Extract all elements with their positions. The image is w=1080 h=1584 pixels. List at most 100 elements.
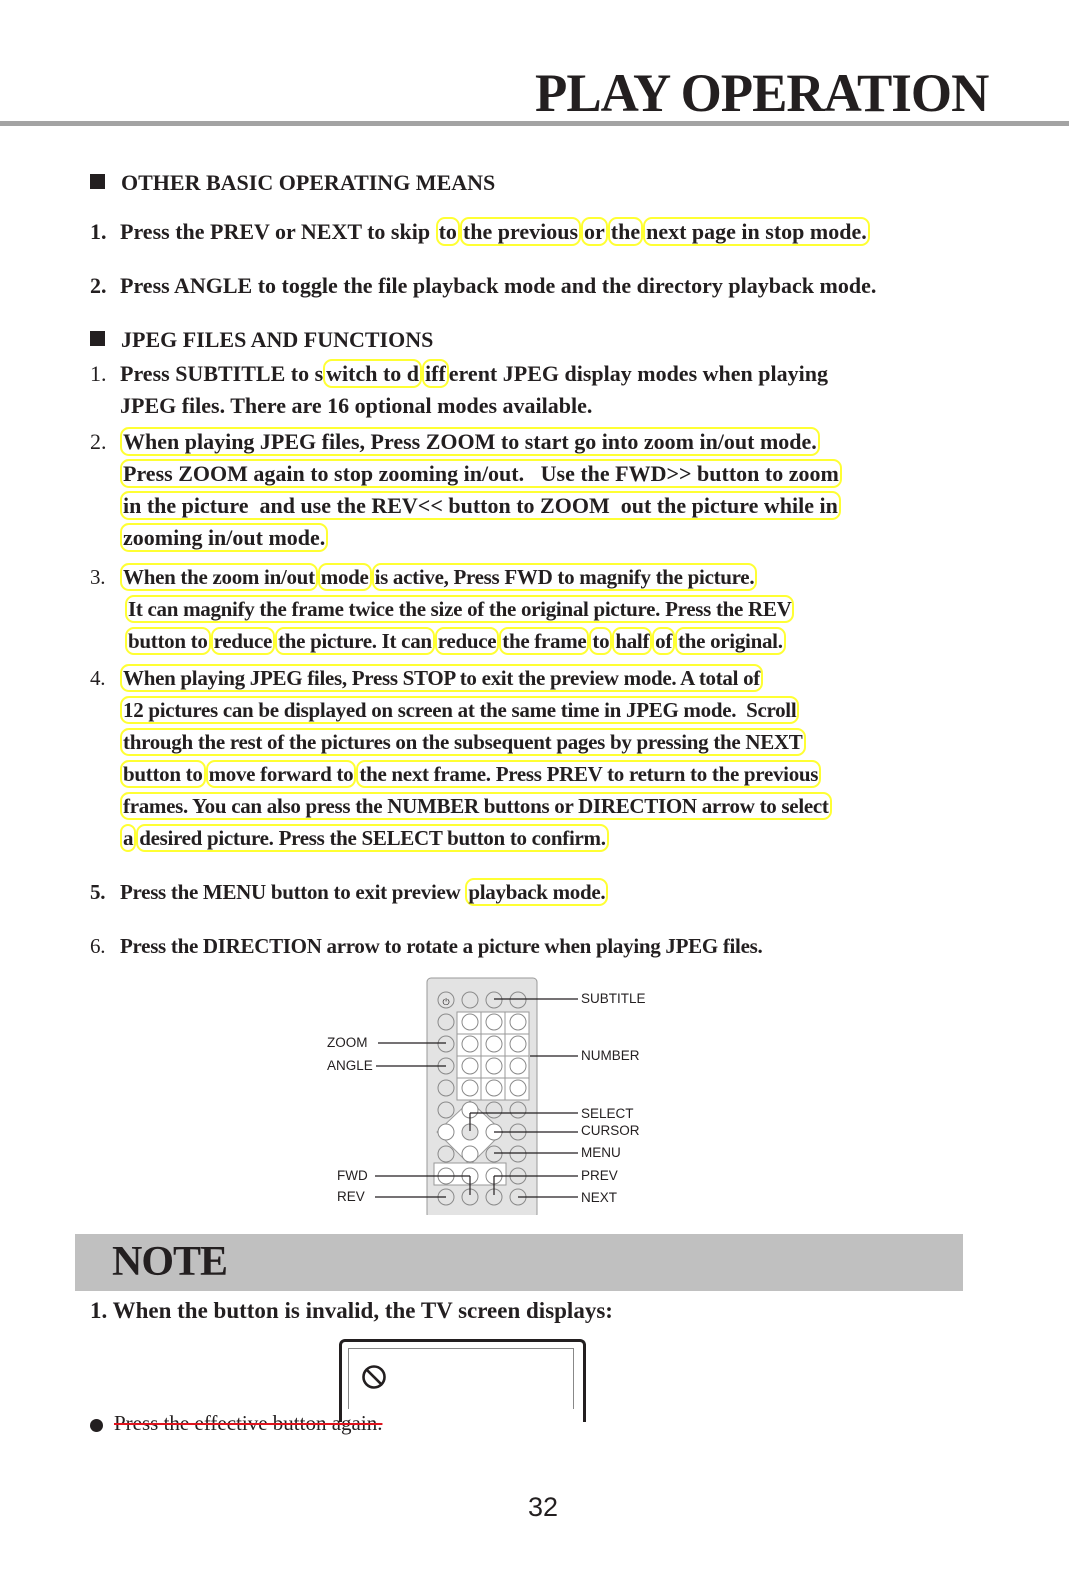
label-angle: ANGLE xyxy=(327,1058,373,1073)
item-number: 5. xyxy=(90,880,106,904)
highlighted-text: the picture. It can xyxy=(275,627,435,655)
remote-button xyxy=(437,1079,455,1097)
power-icon: ⏻ xyxy=(442,997,449,1008)
highlighted-text: of xyxy=(652,627,676,655)
jpeg-item-6: 6. Press the DIRECTION arrow to rotate a … xyxy=(90,930,763,962)
struck-instruction: Press the effective button again. xyxy=(114,1411,383,1435)
remote-button xyxy=(485,1145,503,1163)
remote-button xyxy=(509,991,527,1009)
text-segment: erent JPEG display modes when playing xyxy=(448,361,828,386)
highlighted-text: is active, Press FWD to magnify the pict… xyxy=(371,563,758,591)
highlighted-text: When the zoom in/out xyxy=(120,563,318,591)
remote-button xyxy=(509,1145,527,1163)
text-line: JPEG files. There are 16 optional modes … xyxy=(120,393,593,418)
highlighted-text: the xyxy=(607,217,644,246)
remote-button xyxy=(485,1013,503,1031)
highlighted-text: a xyxy=(120,824,137,852)
highlighted-text: zooming in/out mode. xyxy=(120,523,329,552)
section-heading-basic: OTHER BASIC OPERATING MEANS xyxy=(90,170,495,196)
jpeg-item-1: 1. Press SUBTITLE to s witch to d iff erent… xyxy=(90,358,828,422)
item-text: Press ANGLE to toggle the file playback … xyxy=(120,273,877,298)
section-heading-jpeg: JPEG FILES AND FUNCTIONS xyxy=(90,327,433,353)
label-zoom: ZOOM xyxy=(327,1035,368,1050)
remote-button xyxy=(437,1101,455,1119)
highlighted-text: to xyxy=(589,627,613,655)
remote-button xyxy=(461,1079,479,1097)
jpeg-item-4: 4. When playing JPEG files, Press STOP t… xyxy=(90,662,832,854)
highlighted-text: When playing JPEG files, Press STOP to e… xyxy=(120,664,763,692)
highlighted-text: to xyxy=(435,217,460,246)
remote-button xyxy=(485,1079,503,1097)
item-number: 2. xyxy=(90,429,107,454)
highlighted-text: half xyxy=(612,627,653,655)
highlighted-text: next page in stop mode. xyxy=(643,217,870,246)
item-text: Press the DIRECTION arrow to rotate a pi… xyxy=(120,934,763,958)
remote-button xyxy=(485,1101,503,1119)
page-number: 32 xyxy=(528,1492,559,1522)
remote-control-diagram: ⏻ xyxy=(375,977,578,1215)
item-number: 3. xyxy=(90,565,106,589)
remote-button xyxy=(485,1035,503,1053)
jpeg-item-2: 2. When playing JPEG files, Press ZOOM t… xyxy=(90,426,842,554)
label-subtitle: SUBTITLE xyxy=(581,991,646,1006)
remote-button xyxy=(509,1035,527,1053)
remote-button xyxy=(509,1013,527,1031)
title-divider xyxy=(0,121,1069,126)
remote-button xyxy=(509,1079,527,1097)
highlighted-text: Press ZOOM again to stop zooming in/out.… xyxy=(120,459,842,488)
remote-button xyxy=(509,1057,527,1075)
text-segment: Press the MENU button to exit preview xyxy=(120,880,466,904)
remote-button xyxy=(437,1123,455,1141)
remote-button xyxy=(509,1101,527,1119)
highlighted-text: playback mode. xyxy=(465,878,609,906)
remote-button xyxy=(461,991,479,1009)
jpeg-item-3: 3. When the zoom in/out mode is active, Pr… xyxy=(90,561,795,657)
item-number: 4. xyxy=(90,666,106,690)
jpeg-item-5: 5. Press the MENU button to exit preview … xyxy=(90,876,609,908)
highlighted-text: the previous xyxy=(459,217,582,246)
basic-item-1: 1. Press the PREV or NEXT to skip to the p… xyxy=(90,216,870,248)
highlighted-text: or xyxy=(581,217,608,246)
square-bullet-icon xyxy=(90,331,105,346)
highlighted-text: iff xyxy=(422,359,449,388)
square-bullet-icon xyxy=(90,174,105,189)
item-number: 1. xyxy=(90,219,107,244)
text-segment: Press the PREV or NEXT to skip xyxy=(120,219,436,244)
item-number: 2. xyxy=(90,273,107,298)
highlighted-text: move forward to xyxy=(205,760,357,788)
page-title: PLAY OPERATION xyxy=(535,63,989,123)
section-heading-text: OTHER BASIC OPERATING MEANS xyxy=(121,170,496,195)
highlighted-text: witch to d xyxy=(323,359,423,388)
remote-button xyxy=(461,1057,479,1075)
remote-button xyxy=(461,1145,479,1163)
highlighted-text: the original. xyxy=(675,627,786,655)
label-select: SELECT xyxy=(581,1106,634,1121)
highlighted-text: button to xyxy=(120,760,206,788)
highlighted-text: reduce xyxy=(210,627,276,655)
note-line: 1. When the button is invalid, the TV sc… xyxy=(90,1298,613,1323)
note-title: NOTE xyxy=(112,1239,228,1285)
text-segment: Press SUBTITLE to s xyxy=(120,361,324,386)
highlighted-text: It can magnify the frame twice the size … xyxy=(125,595,795,623)
highlighted-text: When playing JPEG files, Press ZOOM to s… xyxy=(120,427,820,456)
highlighted-text: mode xyxy=(317,563,372,591)
remote-button xyxy=(485,991,503,1009)
label-prev: PREV xyxy=(581,1168,618,1183)
highlighted-text: 12 pictures can be displayed on screen a… xyxy=(120,696,800,724)
item-number: 6. xyxy=(90,934,106,958)
highlighted-text: in the picture and use the REV<< button … xyxy=(120,491,841,520)
highlighted-text: reduce xyxy=(434,627,500,655)
label-number: NUMBER xyxy=(581,1048,640,1063)
item-number: 1. xyxy=(90,361,107,386)
highlighted-text: frames. You can also press the NUMBER bu… xyxy=(120,792,832,820)
highlighted-text: desired picture. Press the SELECT button… xyxy=(136,824,609,852)
remote-button xyxy=(437,1013,455,1031)
label-menu: MENU xyxy=(581,1145,621,1160)
basic-item-2: 2. Press ANGLE to toggle the file playbac… xyxy=(90,270,876,302)
remote-button xyxy=(437,1145,455,1163)
highlighted-text: the next frame. Press PREV to return to … xyxy=(356,760,822,788)
remote-button xyxy=(437,1035,455,1053)
highlighted-text: through the rest of the pictures on the … xyxy=(120,728,806,756)
remote-button xyxy=(461,1013,479,1031)
label-fwd: FWD xyxy=(337,1168,368,1183)
